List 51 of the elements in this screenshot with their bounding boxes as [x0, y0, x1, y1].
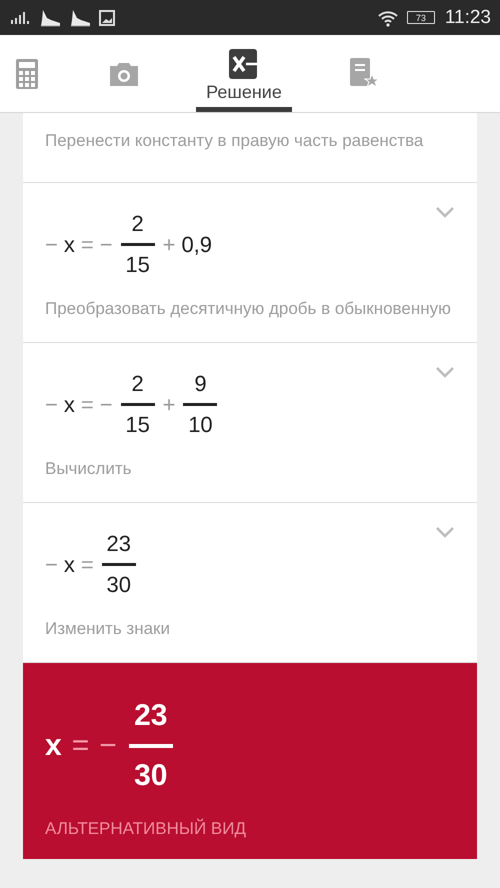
math-term: x: [64, 232, 75, 258]
fraction-bar: [120, 403, 155, 406]
tab-label[interactable]: Решение: [206, 82, 282, 102]
denominator: 30: [106, 571, 131, 599]
denominator: 15: [125, 411, 150, 439]
camera-icon[interactable]: [108, 60, 140, 86]
fraction-bar: [102, 563, 136, 566]
selected-tab[interactable]: Решение: [184, 35, 304, 112]
battery-level: 73: [406, 11, 435, 24]
image-icon: [99, 10, 115, 26]
equation-icon[interactable]: [229, 48, 259, 78]
math-term: x: [64, 392, 75, 418]
step-description: Изменить знаки: [45, 618, 171, 640]
math-operator: −: [100, 232, 113, 258]
math-operator: −: [45, 392, 58, 418]
math-operator: −: [100, 392, 113, 418]
fraction-bar: [120, 243, 155, 246]
math-operator: −: [45, 232, 58, 258]
math-term: 0,9: [181, 232, 212, 258]
math-term: x: [45, 729, 62, 763]
denominator: 15: [125, 251, 150, 279]
signal-icon: [11, 10, 31, 24]
chevron-icon[interactable]: [435, 366, 455, 378]
denominator: 30: [134, 758, 168, 794]
numerator: 23: [134, 698, 168, 734]
step-description: Перенести константу в правую часть равенства: [45, 130, 424, 152]
wifi-icon: [376, 8, 399, 26]
denominator: 10: [188, 411, 213, 439]
chevron-icon[interactable]: [435, 526, 455, 538]
math-operator: +: [162, 232, 176, 258]
math-operator: −: [99, 729, 117, 763]
shoe-icon: [39, 8, 61, 27]
step-description: Вычислить: [45, 458, 132, 480]
numerator: 9: [194, 370, 207, 398]
numerator: 2: [131, 210, 144, 238]
fraction-bar: [183, 403, 218, 406]
numerator: 2: [131, 370, 144, 398]
step-description: Преобразовать десятичную дробь в обыкновенную: [45, 298, 452, 320]
clock-time: 11:23: [444, 6, 491, 28]
math-operator: =: [80, 392, 94, 418]
math-operator: =: [80, 552, 94, 578]
fraction-bar: [128, 744, 173, 748]
math-operator: =: [72, 729, 90, 763]
numerator: 23: [106, 530, 131, 558]
math-operator: =: [80, 232, 94, 258]
math-operator: +: [162, 392, 176, 418]
calculator-icon[interactable]: [16, 58, 38, 88]
math-term: x: [64, 552, 75, 578]
math-operator: −: [45, 552, 58, 578]
shoe-icon: [69, 8, 91, 27]
chevron-icon[interactable]: [435, 206, 455, 218]
